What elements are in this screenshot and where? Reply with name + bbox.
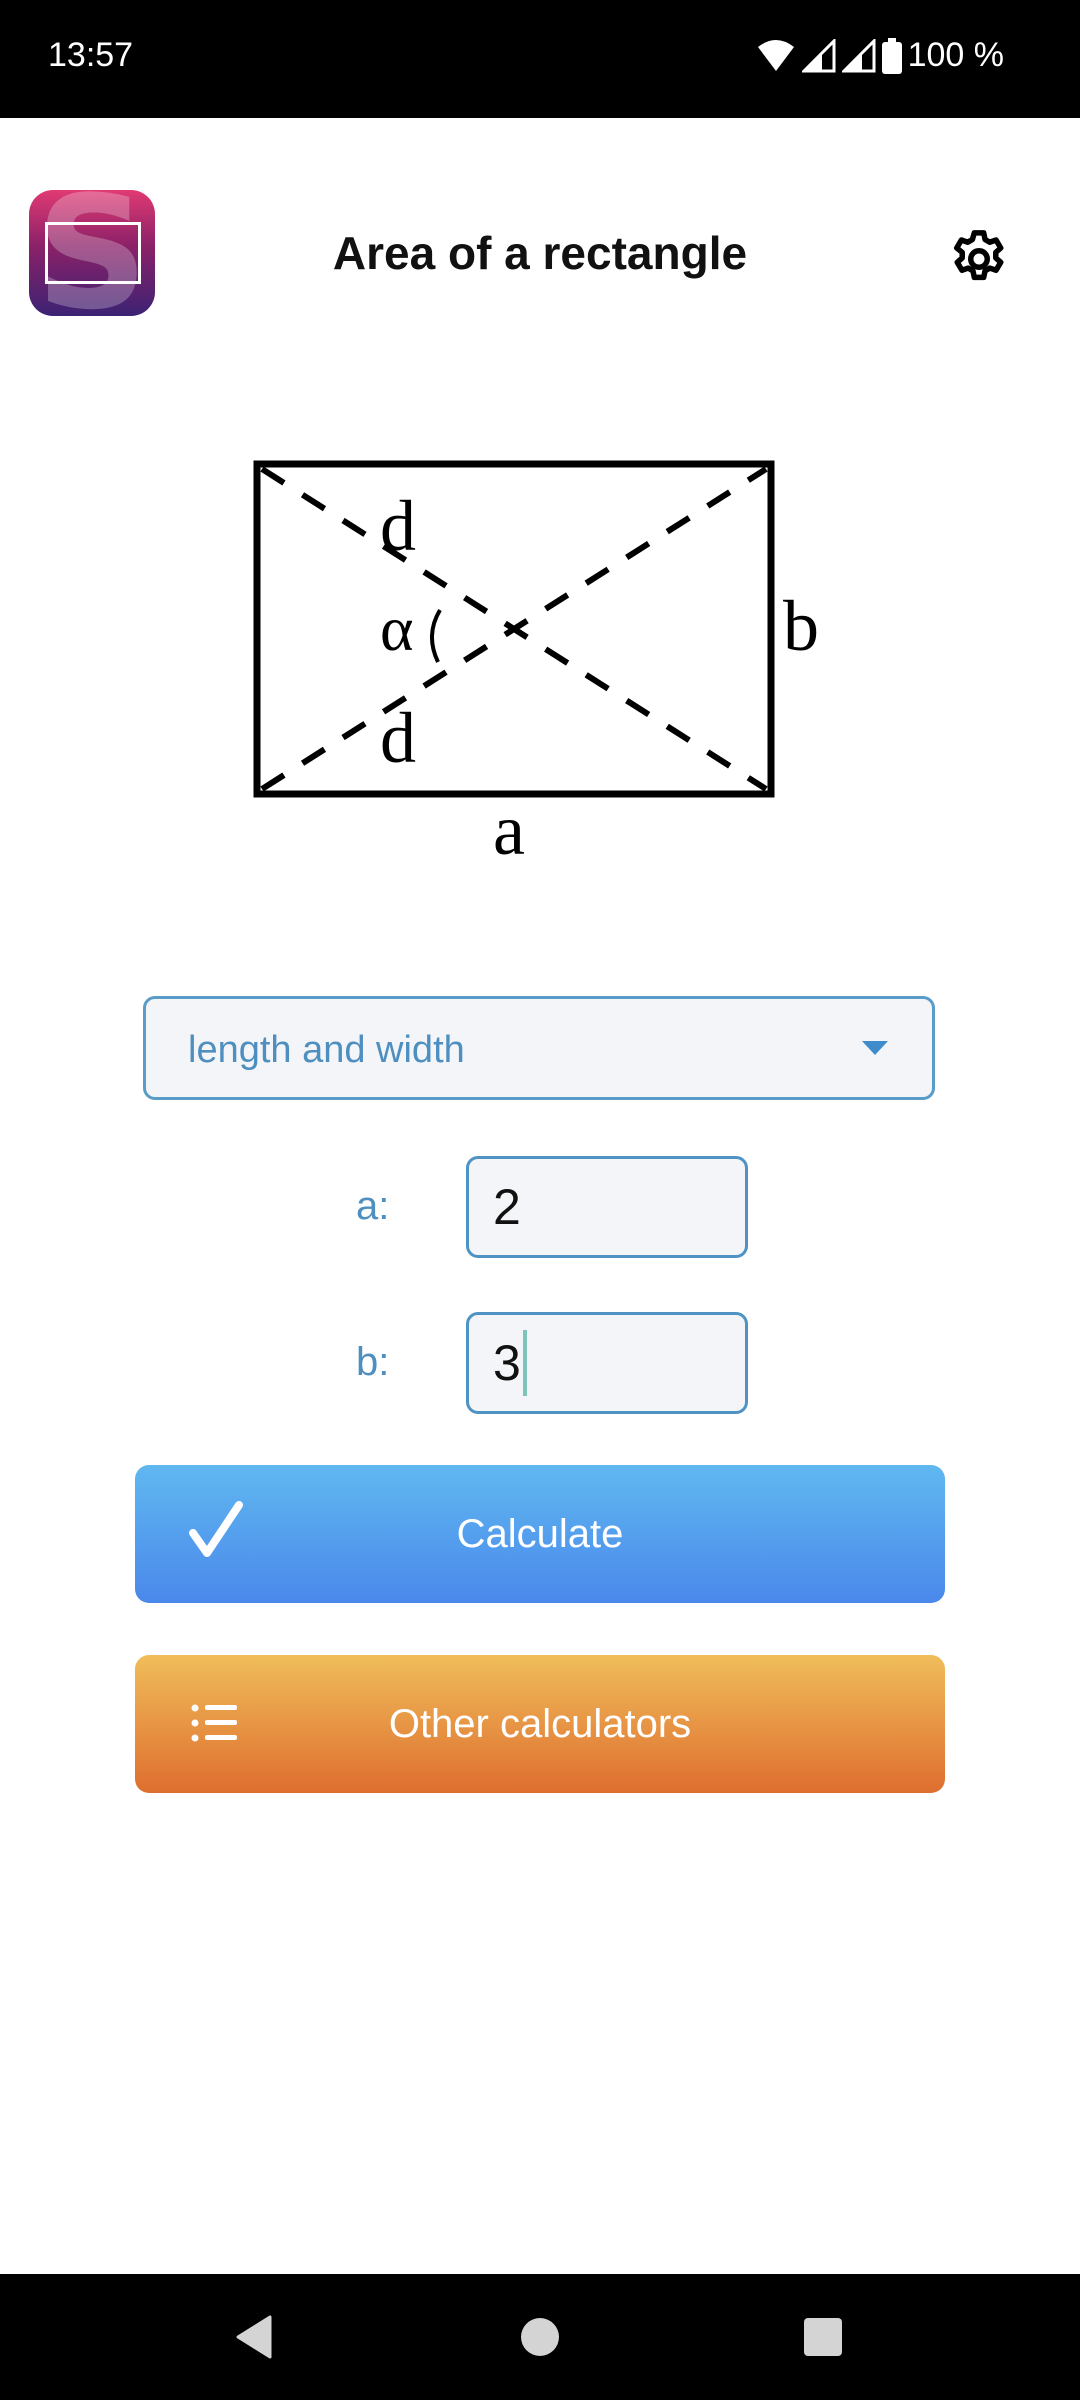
signal-icon — [841, 38, 876, 72]
angle-arc — [430, 608, 442, 663]
field-a-value: 2 — [493, 1179, 521, 1235]
battery-icon — [881, 37, 902, 74]
wifi-icon — [757, 39, 794, 71]
mode-select[interactable]: length and width — [143, 996, 935, 1100]
other-calculators-button[interactable]: Other calculators — [135, 1655, 945, 1793]
label-angle: α — [380, 593, 414, 664]
rectangle-diagram: d α d b a — [253, 460, 819, 870]
gear-icon — [953, 230, 1004, 281]
label-diagonal-top: d — [380, 486, 416, 566]
navigation-bar — [0, 2274, 1080, 2400]
text-caret — [522, 1329, 527, 1396]
field-b-value: 3 — [493, 1335, 521, 1391]
status-bar: 13:57 100 % — [0, 0, 1080, 118]
page-title: Area of a rectangle — [332, 227, 748, 279]
recents-icon — [804, 2318, 842, 2356]
label-diagonal-bottom: d — [380, 698, 416, 778]
other-calculators-label: Other calculators — [388, 1701, 692, 1746]
home-button[interactable] — [480, 2274, 600, 2400]
battery-percent: 100 % — [907, 36, 1004, 74]
mode-select-value: length and width — [188, 1029, 465, 1071]
home-icon — [521, 2318, 559, 2356]
settings-button[interactable] — [938, 218, 1020, 300]
field-b-label: b: — [356, 1340, 390, 1384]
field-a-input[interactable]: 2 — [466, 1156, 748, 1258]
signal-icon — [801, 38, 836, 72]
status-time: 13:57 — [48, 36, 134, 74]
check-icon — [189, 1501, 243, 1557]
label-side-a: a — [493, 790, 525, 870]
chevron-down-icon — [862, 1041, 888, 1055]
recents-button[interactable] — [763, 2274, 883, 2400]
calculate-label: Calculate — [456, 1511, 624, 1556]
list-icon — [191, 1704, 237, 1742]
status-icons: 100 % — [756, 36, 1004, 75]
field-b-input[interactable]: 3 — [466, 1312, 748, 1414]
back-icon — [236, 2315, 272, 2359]
calculate-button[interactable]: Calculate — [135, 1465, 945, 1603]
field-a-label: a: — [356, 1184, 390, 1228]
back-button[interactable] — [194, 2274, 314, 2400]
label-side-b: b — [783, 586, 819, 666]
